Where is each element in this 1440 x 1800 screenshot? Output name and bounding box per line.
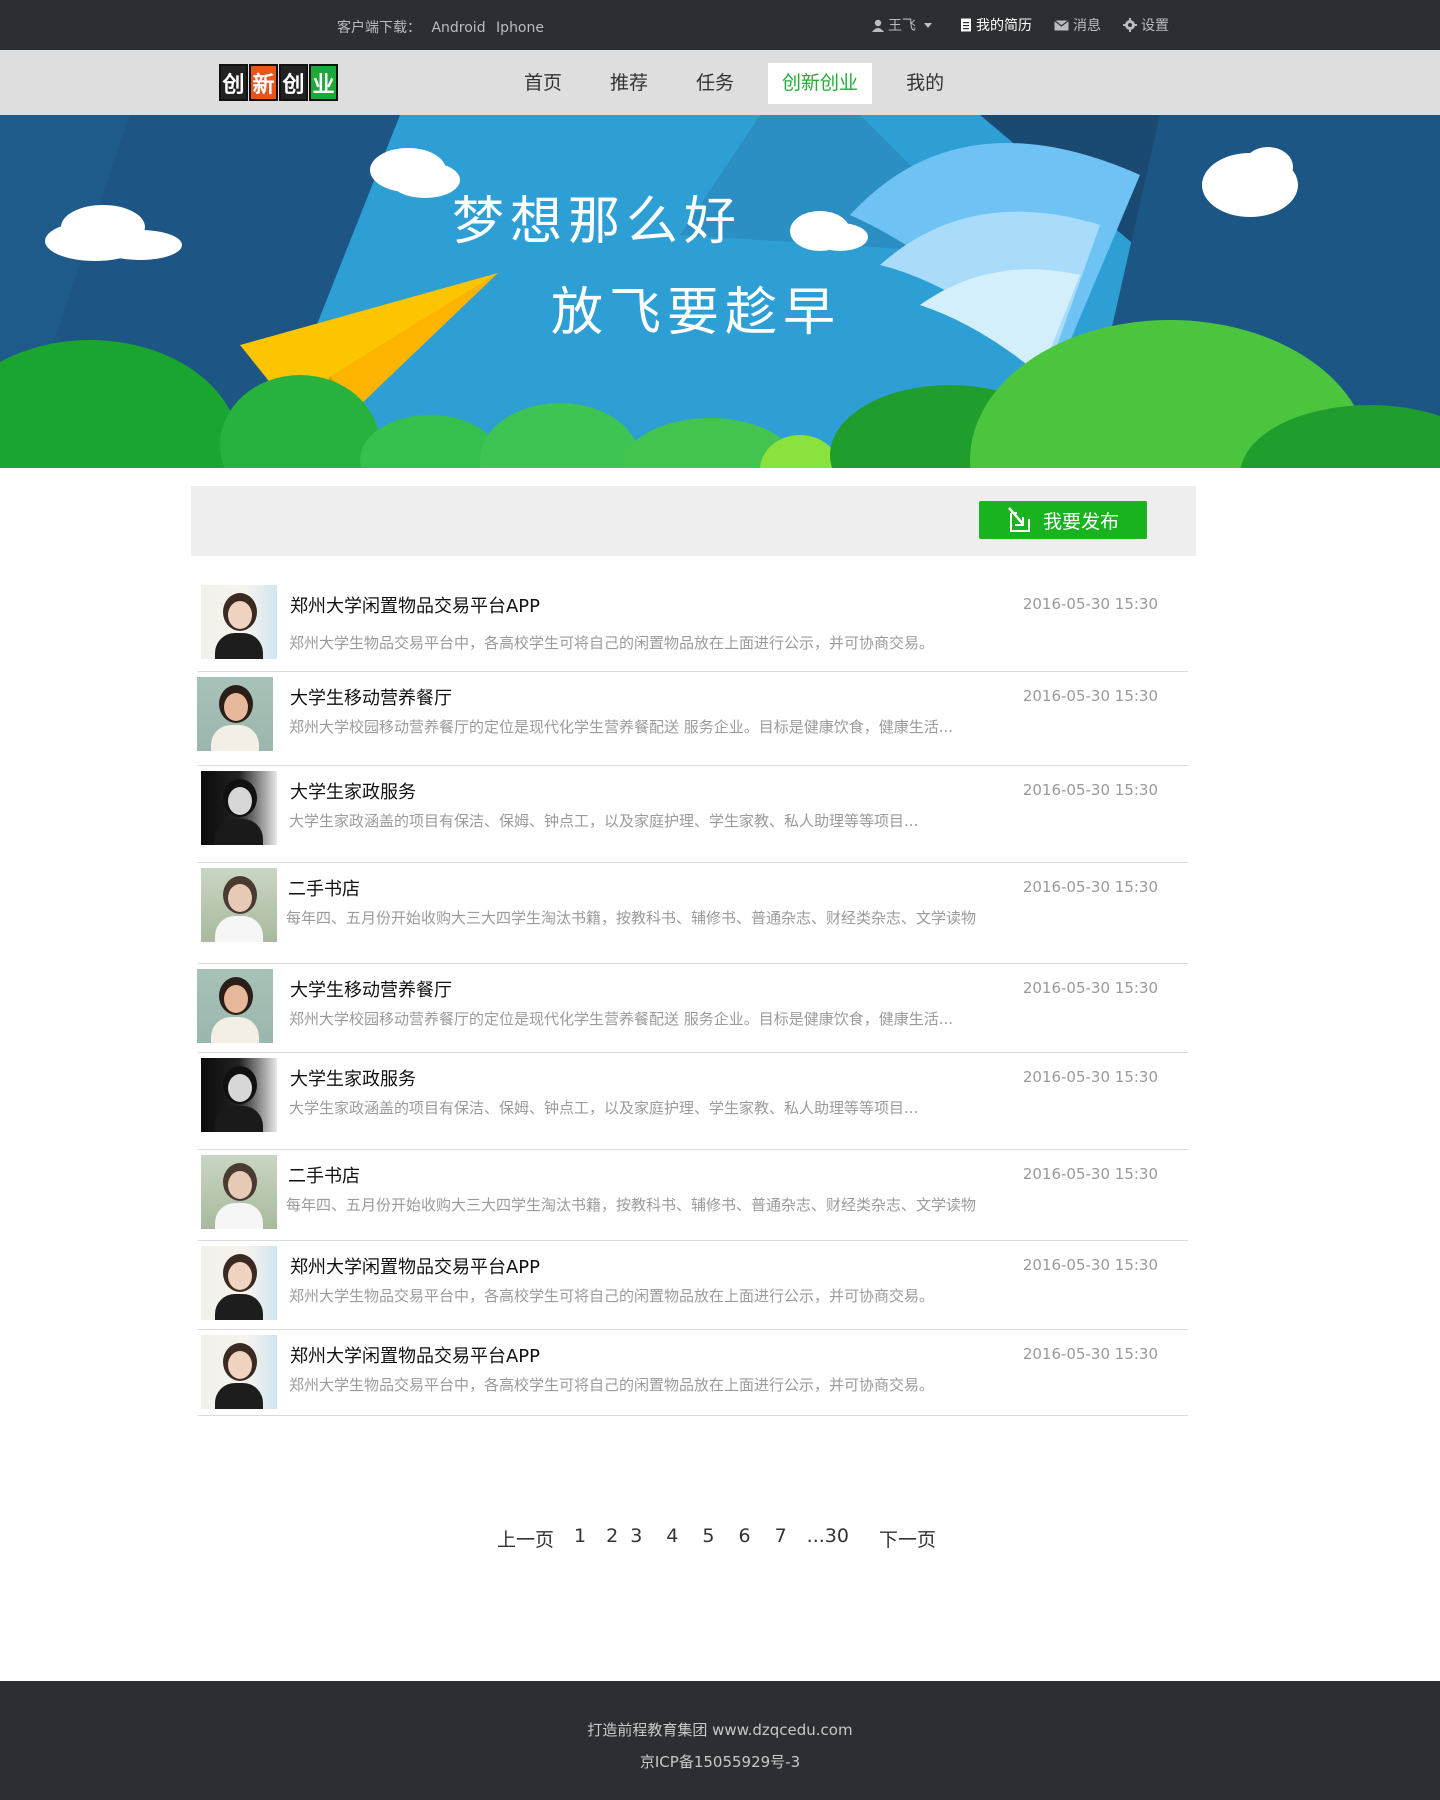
resume-link[interactable]: 我的简历 xyxy=(960,15,1032,35)
item-title[interactable]: 二手书店 xyxy=(288,875,360,901)
nav-item-mine[interactable]: 我的 xyxy=(892,63,958,104)
item-description: 郑州大学生物品交易平台中，各高校学生可将自己的闲置物品放在上面进行公示，并可协商… xyxy=(289,1376,935,1394)
item-title[interactable]: 大学生移动营养餐厅 xyxy=(290,976,452,1002)
item-title[interactable]: 大学生移动营养餐厅 xyxy=(290,684,452,710)
list-item[interactable]: 二手书店每年四、五月份开始收购大三大四学生淘汰书籍，按教科书、辅修书、普通杂志、… xyxy=(198,1150,1188,1241)
item-timestamp: 2016-05-30 15:30 xyxy=(1022,687,1158,705)
page-link[interactable]: 2 xyxy=(606,1525,618,1552)
page-link[interactable]: 1 xyxy=(574,1525,586,1552)
page-link[interactable]: 3 xyxy=(630,1525,642,1552)
item-title[interactable]: 二手书店 xyxy=(288,1162,360,1188)
client-download: 客户端下载： Android Iphone xyxy=(337,17,550,37)
item-description: 郑州大学校园移动营养餐厅的定位是现代化学生营养餐配送 服务企业。目标是健康饮食，… xyxy=(289,718,954,736)
item-timestamp: 2016-05-30 15:30 xyxy=(1022,979,1158,997)
messages-link[interactable]: 消息 xyxy=(1054,15,1101,35)
item-timestamp: 2016-05-30 15:30 xyxy=(1022,1068,1158,1086)
gear-icon xyxy=(1123,18,1137,32)
nav-item-tasks[interactable]: 任务 xyxy=(682,63,748,104)
document-icon xyxy=(961,18,971,32)
user-menu: 王飞 我的简历 消息 设置 xyxy=(872,15,1191,35)
item-timestamp: 2016-05-30 15:30 xyxy=(1022,1256,1158,1274)
bw-portrait-icon xyxy=(201,771,277,845)
user-icon xyxy=(872,19,884,32)
settings-link[interactable]: 设置 xyxy=(1123,15,1169,35)
action-bar: 我要发布 xyxy=(191,486,1196,556)
item-description: 郑州大学生物品交易平台中，各高校学生可将自己的闲置物品放在上面进行公示，并可协商… xyxy=(289,1287,935,1305)
top-bar: 客户端下载： Android Iphone 王飞 我的简历 消息 设置 xyxy=(0,0,1440,50)
nav-item-recommend[interactable]: 推荐 xyxy=(596,63,662,104)
list-item[interactable]: 郑州大学闲置物品交易平台APP 郑州大学生物品交易平台中，各高校学生可将自己的闲置… xyxy=(198,1241,1188,1330)
footer-company: 打造前程教育集团 www.dzqcedu.com xyxy=(587,1721,853,1739)
item-timestamp: 2016-05-30 15:30 xyxy=(1022,1345,1158,1363)
download-label: 客户端下载： xyxy=(337,20,421,36)
item-timestamp: 2016-05-30 15:30 xyxy=(1022,781,1158,799)
list-item[interactable]: 大学生移动营养餐厅郑州大学校园移动营养餐厅的定位是现代化学生营养餐配送 服务企业… xyxy=(197,672,1188,766)
girl-field-icon xyxy=(201,868,277,942)
prev-page-link[interactable]: 上一页 xyxy=(497,1525,554,1552)
main-nav: 创 新 创 业 首页 推荐 任务 创新创业 我的 xyxy=(0,50,1440,115)
girl-hair-icon xyxy=(201,585,277,659)
boy-sky-icon xyxy=(197,969,273,1043)
messages-label: 消息 xyxy=(1073,18,1101,34)
list-item[interactable]: 郑州大学闲置物品交易平台APP 郑州大学生物品交易平台中，各高校学生可将自己的闲置… xyxy=(198,580,1188,672)
logo-char: 新 xyxy=(249,64,278,101)
item-title[interactable]: 大学生家政服务 xyxy=(290,778,416,804)
item-description: 大学生家政涵盖的项目有保洁、保姆、钟点工，以及家庭护理、学生家教、私人助理等等项… xyxy=(289,1099,919,1117)
item-timestamp: 2016-05-30 15:30 xyxy=(1022,1165,1158,1183)
page-link[interactable]: 6 xyxy=(738,1525,750,1552)
banner-title-line2: 放飞要趁早 xyxy=(551,283,842,343)
footer: 打造前程教育集团 www.dzqcedu.com 京ICP备15055929号-… xyxy=(0,1681,1440,1800)
item-description: 每年四、五月份开始收购大三大四学生淘汰书籍，按教科书、辅修书、普通杂志、财经类杂… xyxy=(286,1196,977,1214)
banner-title-line1: 梦想那么好 xyxy=(452,192,743,252)
project-list: 郑州大学闲置物品交易平台APP 郑州大学生物品交易平台中，各高校学生可将自己的闲置… xyxy=(197,580,1188,1416)
logo-char: 创 xyxy=(279,64,308,101)
girl-hair-icon xyxy=(201,1246,277,1320)
item-title[interactable]: 大学生家政服务 xyxy=(290,1065,416,1091)
nav-menu: 首页 推荐 任务 创新创业 我的 xyxy=(510,63,978,104)
nav-item-home[interactable]: 首页 xyxy=(510,63,576,104)
item-description: 郑州大学校园移动营养餐厅的定位是现代化学生营养餐配送 服务企业。目标是健康饮食，… xyxy=(289,1010,954,1028)
item-timestamp: 2016-05-30 15:30 xyxy=(1022,595,1158,613)
item-title[interactable]: 郑州大学闲置物品交易平台APP xyxy=(290,592,540,618)
resume-label: 我的简历 xyxy=(976,18,1032,34)
item-description: 每年四、五月份开始收购大三大四学生淘汰书籍，按教科书、辅修书、普通杂志、财经类杂… xyxy=(286,909,977,927)
settings-label: 设置 xyxy=(1141,18,1169,34)
girl-field-icon xyxy=(201,1155,277,1229)
list-item[interactable]: 郑州大学闲置物品交易平台APP 郑州大学生物品交易平台中，各高校学生可将自己的闲置… xyxy=(198,1330,1188,1416)
footer-icp: 京ICP备15055929号-3 xyxy=(639,1753,801,1771)
page-link[interactable]: ...30 xyxy=(807,1525,849,1552)
page-link[interactable]: 4 xyxy=(666,1525,678,1552)
caret-down-icon xyxy=(924,23,932,28)
publish-button[interactable]: 我要发布 xyxy=(979,501,1147,539)
user-name: 王飞 xyxy=(888,18,916,34)
list-item[interactable]: 大学生家政服务大学生家政涵盖的项目有保洁、保姆、钟点工，以及家庭护理、学生家教、… xyxy=(198,1053,1188,1150)
android-link[interactable]: Android xyxy=(431,20,485,36)
item-description: 大学生家政涵盖的项目有保洁、保姆、钟点工，以及家庭护理、学生家教、私人助理等等项… xyxy=(289,812,919,830)
item-title[interactable]: 郑州大学闲置物品交易平台APP xyxy=(290,1253,540,1279)
publish-label: 我要发布 xyxy=(1042,510,1119,533)
next-page-link[interactable]: 下一页 xyxy=(879,1525,936,1552)
hero-banner: 梦想那么好 放飞要趁早 xyxy=(0,115,1440,468)
item-description: 郑州大学生物品交易平台中，各高校学生可将自己的闲置物品放在上面进行公示，并可协商… xyxy=(289,634,935,652)
list-item[interactable]: 大学生家政服务大学生家政涵盖的项目有保洁、保姆、钟点工，以及家庭护理、学生家教、… xyxy=(198,766,1188,863)
nav-item-innovation[interactable]: 创新创业 xyxy=(768,63,873,104)
iphone-link[interactable]: Iphone xyxy=(496,20,544,36)
item-title[interactable]: 郑州大学闲置物品交易平台APP xyxy=(290,1342,540,1368)
page-link[interactable]: 5 xyxy=(702,1525,714,1552)
girl-hair-icon xyxy=(201,1335,277,1409)
user-dropdown[interactable]: 王飞 xyxy=(872,15,938,35)
logo-char: 创 xyxy=(219,64,248,101)
site-logo[interactable]: 创 新 创 业 xyxy=(219,64,339,102)
pagination: 上一页 1 2 3 4 5 6 7 ...30 下一页 xyxy=(497,1525,936,1552)
bw-portrait-icon xyxy=(201,1058,277,1132)
mail-icon xyxy=(1054,19,1069,30)
page-link[interactable]: 7 xyxy=(775,1525,787,1552)
edit-icon xyxy=(1008,507,1030,532)
boy-sky-icon xyxy=(197,677,273,751)
list-item[interactable]: 大学生移动营养餐厅郑州大学校园移动营养餐厅的定位是现代化学生营养餐配送 服务企业… xyxy=(197,964,1188,1053)
logo-char: 业 xyxy=(309,64,338,101)
item-timestamp: 2016-05-30 15:30 xyxy=(1022,878,1158,896)
list-item[interactable]: 二手书店每年四、五月份开始收购大三大四学生淘汰书籍，按教科书、辅修书、普通杂志、… xyxy=(198,863,1188,964)
